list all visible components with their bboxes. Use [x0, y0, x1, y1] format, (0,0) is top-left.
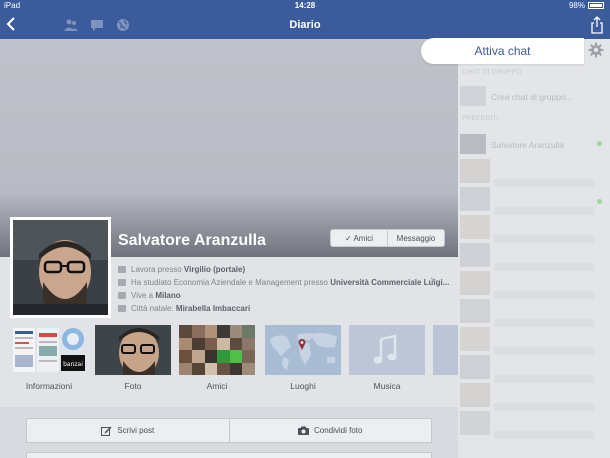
page-title: Diario — [289, 19, 321, 31]
activate-chat-label: Attiva chat — [474, 44, 531, 58]
photo-portrait-icon — [95, 325, 171, 375]
message-button[interactable]: Messaggio — [387, 230, 444, 246]
info-lives: Vive a Milano — [118, 291, 181, 300]
info-work: Lavora presso Virgilio (portale) — [118, 265, 245, 274]
contact-name: Salvatore Aranzulla — [491, 140, 565, 150]
info-prefix: Lavora presso — [131, 265, 184, 274]
write-post-label: Scrivi post — [117, 426, 155, 435]
battery-indicator: 98% — [569, 1, 604, 10]
chevron-right-icon[interactable] — [430, 277, 436, 285]
blurred-contacts — [460, 159, 490, 458]
chat-sidebar: CHAT DI GRUPPO Crea chat di gruppo... PR… — [458, 39, 610, 458]
friends-button[interactable]: ✓ Amici — [331, 230, 387, 246]
profile-name: Salvatore Aranzulla — [118, 232, 266, 249]
tile-music[interactable] — [349, 325, 425, 375]
write-post-button[interactable]: Scrivi post — [27, 419, 229, 442]
share-photo-button[interactable]: Condividi foto — [228, 419, 432, 442]
info-value[interactable]: Virgilio (portale) — [184, 265, 245, 274]
nav-bar: Diario — [0, 12, 610, 39]
info-value[interactable]: Mirabella Imbaccari — [176, 304, 250, 313]
blurred-names — [494, 169, 594, 458]
gear-icon[interactable] — [588, 42, 604, 58]
first-post-stub — [26, 452, 432, 458]
create-group-row[interactable]: Crea chat di gruppo... — [458, 83, 610, 109]
group-icon — [460, 86, 486, 106]
info-education: Ha studiato Economia Aziendale e Managem… — [118, 278, 449, 287]
tile-label-info: Informazioni — [25, 381, 73, 391]
profile-photo-icon — [13, 220, 108, 315]
hometown-icon — [118, 305, 126, 312]
education-icon — [118, 279, 126, 286]
share-photo-label: Condividi foto — [314, 426, 363, 435]
friends-mosaic-icon — [179, 325, 255, 375]
battery-percent: 98% — [568, 1, 585, 10]
home-icon — [118, 292, 126, 299]
tile-label-places: Luoghi — [290, 381, 316, 391]
info-collage-icon: banzai — [11, 325, 87, 375]
info-prefix: Vive a — [131, 291, 156, 300]
pencil-icon — [101, 426, 112, 436]
tile-info[interactable]: banzai — [11, 325, 87, 375]
music-note-icon — [349, 325, 425, 375]
section-group-chats: CHAT DI GRUPPO — [462, 69, 522, 76]
tile-label-friends: Amici — [206, 381, 228, 391]
info-prefix: Città natale: — [131, 304, 176, 313]
avatar[interactable] — [10, 217, 111, 318]
tile-places[interactable] — [265, 325, 341, 375]
battery-icon — [588, 2, 604, 9]
share-icon[interactable] — [590, 16, 604, 34]
composer-bar: Scrivi post Condividi foto — [26, 418, 432, 443]
camera-icon — [298, 426, 309, 435]
info-hometown: Città natale: Mirabella Imbaccari — [118, 304, 250, 313]
contact-avatar — [460, 134, 486, 154]
tile-label-music: Musica — [373, 381, 401, 391]
activate-chat-button[interactable]: Attiva chat — [421, 38, 584, 64]
create-group-label: Crea chat di gruppo... — [491, 92, 573, 102]
online-dot-icon — [597, 141, 602, 146]
tile-photos[interactable] — [95, 325, 171, 375]
chat-contact-row[interactable]: Salvatore Aranzulla — [458, 131, 610, 157]
info-prefix: Ha studiato Economia Aziendale e Managem… — [131, 278, 331, 287]
section-favorites: PREFERITI — [462, 115, 499, 122]
profile-actions: ✓ Amici Messaggio — [330, 229, 445, 247]
online-dot-icon — [597, 199, 602, 204]
svg-text:banzai: banzai — [63, 361, 83, 368]
status-bar: iPad 14:28 98% — [0, 0, 610, 12]
work-icon — [118, 266, 126, 273]
info-value[interactable]: Milano — [155, 291, 180, 300]
tile-friends[interactable] — [179, 325, 255, 375]
world-map-pin-icon — [265, 325, 341, 375]
clock: 14:28 — [294, 1, 316, 10]
tile-more[interactable] — [433, 325, 458, 375]
tile-label-photos: Foto — [124, 381, 142, 391]
